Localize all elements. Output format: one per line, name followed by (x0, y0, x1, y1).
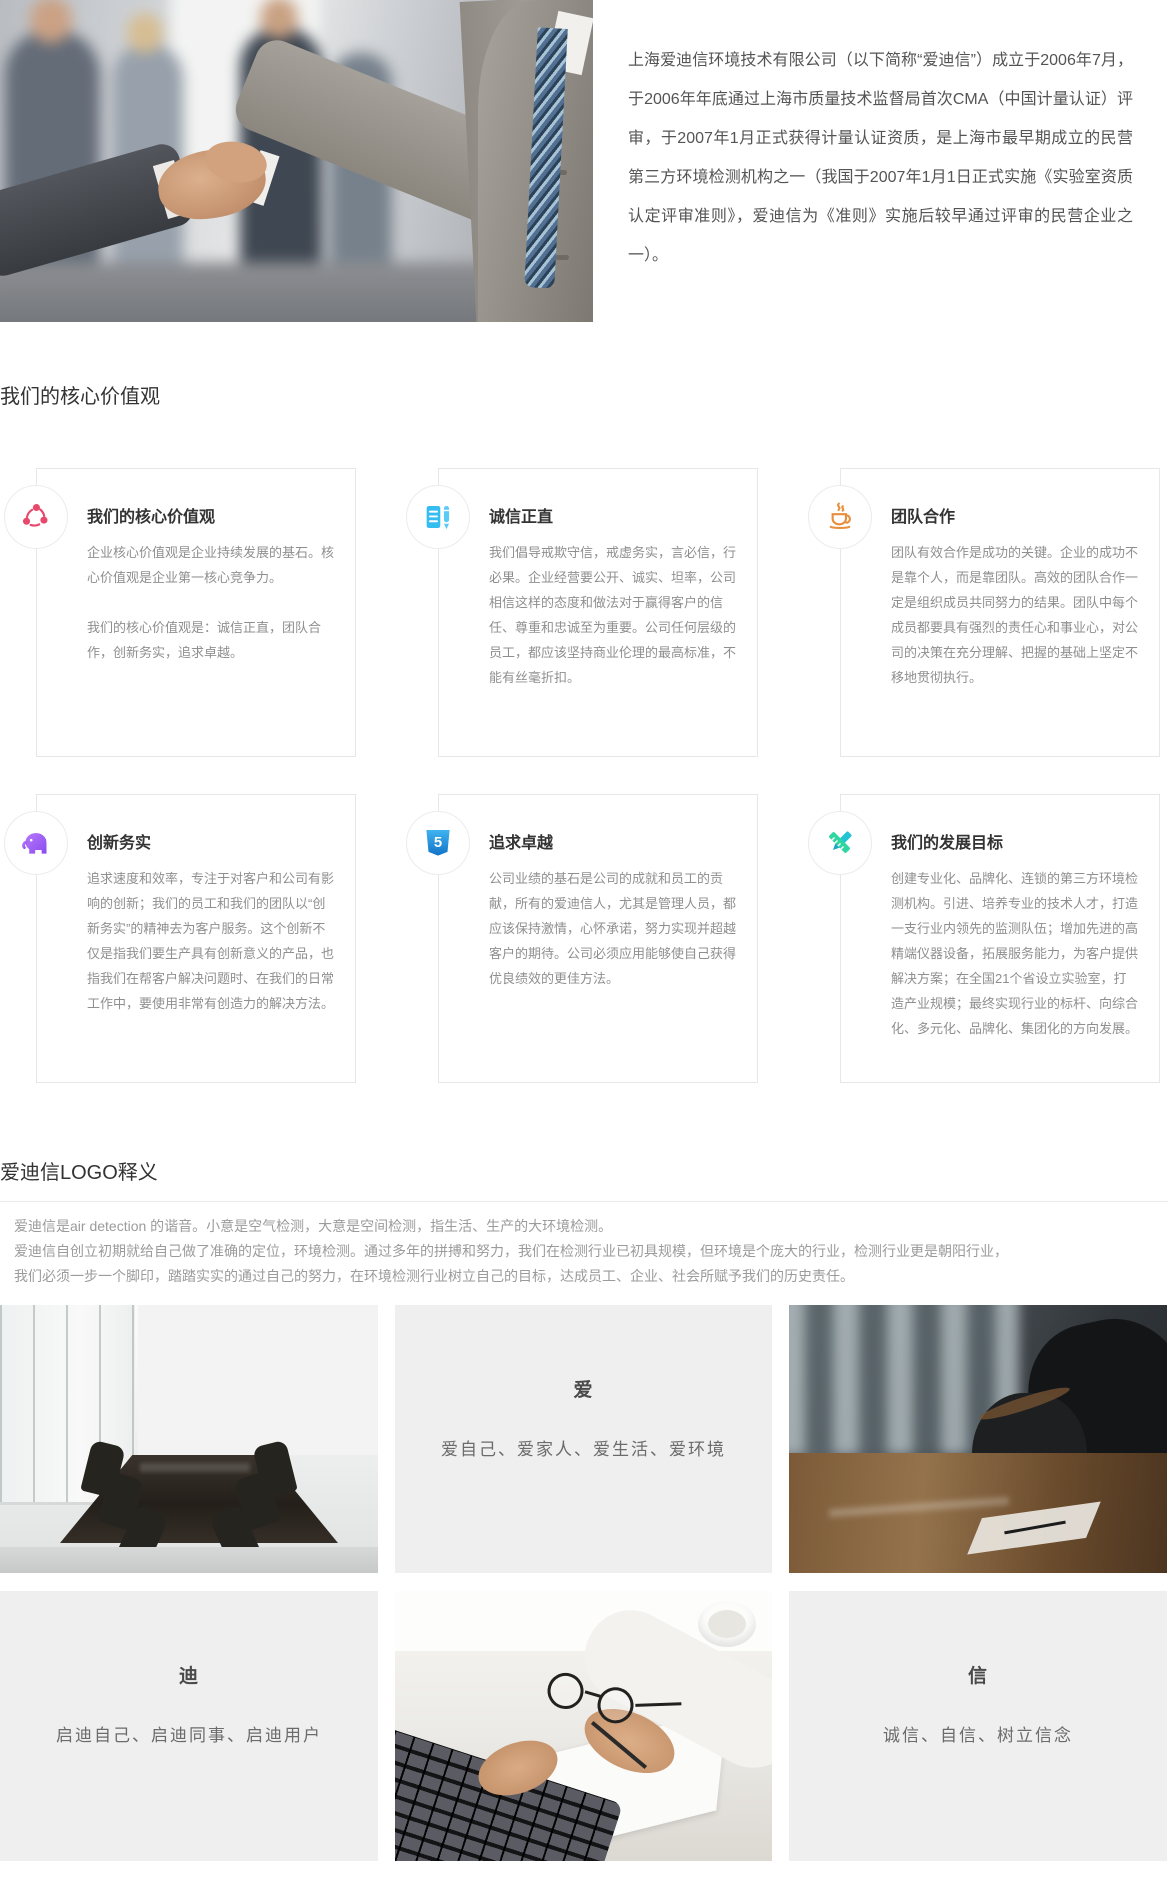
tile-love: 爱 爱自己、爱家人、爱生活、爱环境 (395, 1305, 772, 1573)
meeting-room-photo (0, 1305, 378, 1573)
tile-description: 诚信、自信、树立信念 (789, 1721, 1167, 1746)
card-title: 我们的发展目标 (891, 829, 1139, 853)
html5-shield-icon: 5 (406, 811, 470, 875)
card-title: 团队合作 (891, 503, 1139, 527)
card-paragraph: 创建专业化、品牌化、连锁的第三方环境检测机构。引进、培养专业的技术人才，打造一支… (891, 866, 1139, 1041)
java-cup-icon (808, 485, 872, 549)
value-card-excellence: 5 追求卓越 公司业绩的基石是公司的成就和员工的贡献，所有的爱迪信人，尤其是管理… (438, 794, 758, 1083)
svg-text:5: 5 (434, 835, 442, 851)
value-card-core-values: 我们的核心价值观 企业核心价值观是企业持续发展的基石。核心价值观是企业第一核心竞… (36, 468, 356, 757)
card-paragraph: 我们倡导戒欺守信，戒虚务实，言必信，行必果。企业经营要公开、诚实、坦率，公司相信… (489, 540, 737, 690)
tile-description: 爱自己、爱家人、爱生活、爱环境 (395, 1435, 772, 1460)
values-section-title: 我们的核心价值观 (0, 383, 1168, 411)
tile-enlighten: 迪 启迪自己、启迪同事、启迪用户 (0, 1591, 378, 1861)
section-divider (0, 1201, 1168, 1202)
value-cards-grid: 我们的核心价值观 企业核心价值观是企业持续发展的基石。核心价值观是企业第一核心竞… (0, 468, 1168, 1083)
logo-mosaic-grid: 爱 爱自己、爱家人、爱生活、爱环境 迪 启迪自己、启迪同事、启迪用户 (0, 1305, 1168, 1861)
value-card-development-goals: 我们的发展目标 创建专业化、品牌化、连锁的第三方环境检测机构。引进、培养专业的技… (840, 794, 1160, 1083)
share-network-icon (4, 485, 68, 549)
notebook-pencil-icon (406, 485, 470, 549)
elephant-icon (4, 811, 68, 875)
about-page: 上海爱迪信环境技术有限公司（以下简称“爱迪信”）成立于2006年7月，于2006… (0, 0, 1168, 1861)
tile-character: 信 (789, 1591, 1167, 1688)
card-paragraph: 团队有效合作是成功的关键。企业的成功不是靠个人，而是靠团队。高效的团队合作一定是… (891, 540, 1139, 690)
logo-description: 爱迪信是air detection 的谐音。小意是空气检测，大意是空间检测，指生… (14, 1214, 1168, 1289)
value-card-teamwork: 团队合作 团队有效合作是成功的关键。企业的成功不是靠个人，而是靠团队。高效的团队… (840, 468, 1160, 757)
desk-work-photo (395, 1591, 772, 1861)
card-paragraph: 公司业绩的基石是公司的成就和员工的贡献，所有的爱迪信人，尤其是管理人员，都应该保… (489, 866, 737, 991)
card-paragraph: 企业核心价值观是企业持续发展的基石。核心价值观是企业第一核心竞争力。 (87, 540, 335, 590)
tile-trust: 信 诚信、自信、树立信念 (789, 1591, 1167, 1861)
tile-character: 迪 (0, 1591, 378, 1688)
logo-description-line: 爱迪信是air detection 的谐音。小意是空气检测，大意是空间检测，指生… (14, 1214, 1168, 1239)
card-paragraph: 我们的核心价值观是：诚信正直，团队合作，创新务实，追求卓越。 (87, 615, 335, 665)
card-paragraph: 追求速度和效率，专注于对客户和公司有影响的创新；我们的员工和我们的团队以“创新务… (87, 866, 335, 1016)
value-card-integrity: 诚信正直 我们倡导戒欺守信，戒虚务实，言必信，行必果。企业经营要公开、诚实、坦率… (438, 468, 758, 757)
intro-section: 上海爱迪信环境技术有限公司（以下简称“爱迪信”）成立于2006年7月，于2006… (0, 0, 1168, 322)
card-title: 创新务实 (87, 829, 335, 853)
card-title: 追求卓越 (489, 829, 737, 853)
card-title: 我们的核心价值观 (87, 503, 335, 527)
logo-description-line: 爱迪信自创立初期就给自己做了准确的定位，环境检测。通过多年的拼搏和努力，我们在检… (14, 1239, 1168, 1264)
ruler-pencil-icon (808, 811, 872, 875)
boardroom-closeup-photo (789, 1305, 1167, 1573)
value-card-innovation: 创新务实 追求速度和效率，专注于对客户和公司有影响的创新；我们的员工和我们的团队… (36, 794, 356, 1083)
tile-character: 爱 (395, 1305, 772, 1402)
logo-section-title: 爱迪信LOGO释义 (0, 1159, 1168, 1187)
card-title: 诚信正直 (489, 503, 737, 527)
business-handshake-photo (0, 0, 593, 322)
company-intro-text: 上海爱迪信环境技术有限公司（以下简称“爱迪信”）成立于2006年7月，于2006… (628, 16, 1133, 306)
logo-description-line: 我们必须一步一个脚印，踏踏实实的通过自己的努力，在环境检测行业树立自己的目标，达… (14, 1264, 1168, 1289)
tile-description: 启迪自己、启迪同事、启迪用户 (0, 1721, 378, 1746)
